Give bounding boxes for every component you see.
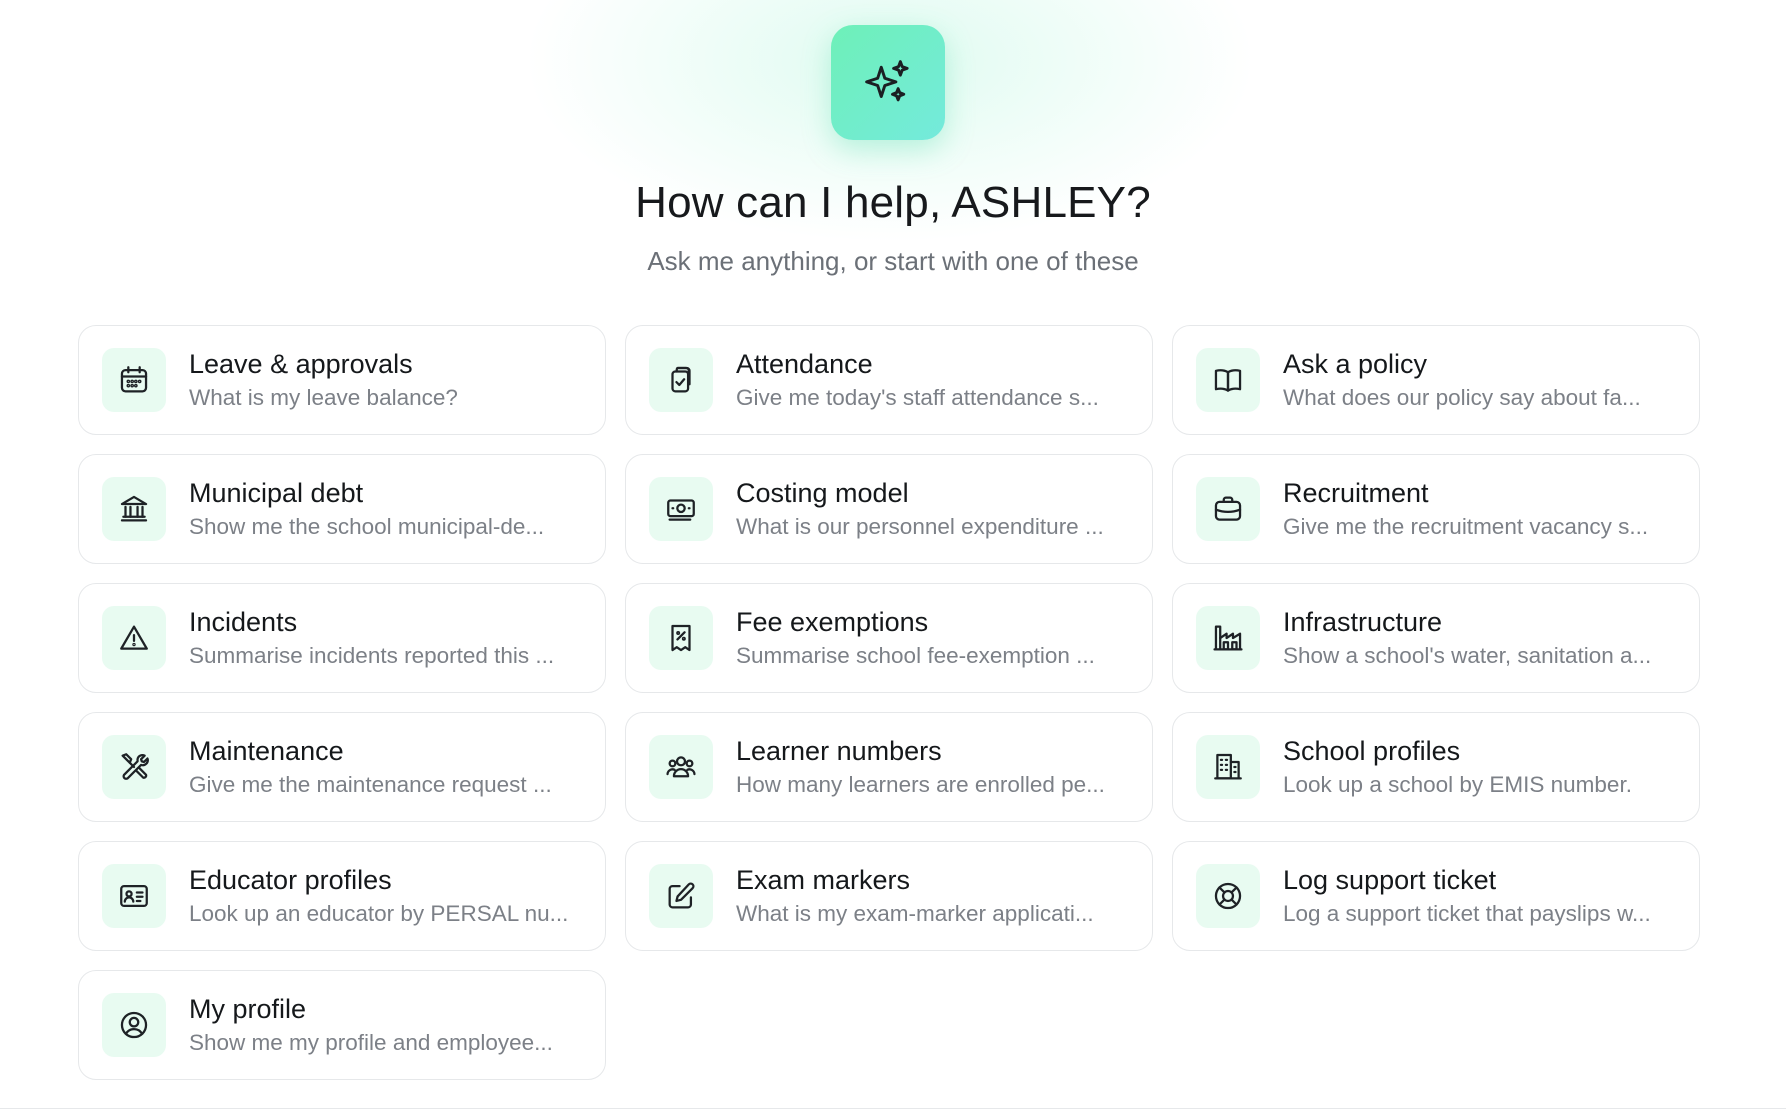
- assistant-logo: [831, 25, 945, 140]
- card-title: My profile: [189, 994, 307, 1024]
- divider: [0, 1108, 1786, 1109]
- suggestion-card-my-profile[interactable]: My profile Show me my profile and employ…: [78, 970, 606, 1080]
- lifebuoy-icon: [1214, 882, 1242, 910]
- tools-icon: [121, 753, 149, 780]
- card-title: Infrastructure: [1283, 607, 1443, 637]
- bank-icon: [120, 495, 148, 522]
- warning-icon: [120, 625, 148, 650]
- suggestion-card-recruitment[interactable]: Recruitment Give me the recruitment vaca…: [1172, 454, 1700, 564]
- pencil-square-icon: [668, 882, 695, 909]
- card-title: Attendance: [736, 349, 873, 379]
- users-icon: [666, 756, 696, 778]
- suggestion-card-maintenance[interactable]: Maintenance Give me the maintenance requ…: [78, 712, 606, 822]
- card-subtitle: Log a support ticket that payslips w...: [1283, 901, 1651, 926]
- card-title: Learner numbers: [736, 736, 942, 766]
- clipboard-check-icon: [671, 366, 691, 393]
- suggestion-card-log-support-ticket[interactable]: Log support ticket Log a support ticket …: [1172, 841, 1700, 951]
- card-subtitle: Show me my profile and employee...: [189, 1030, 553, 1055]
- card-title: Log support ticket: [1283, 865, 1497, 895]
- calendar-icon: [120, 366, 148, 393]
- suggestion-card-fee-exemptions[interactable]: Fee exemptions Summarise school fee-exem…: [625, 583, 1153, 693]
- card-subtitle: Give me today's staff attendance s...: [736, 385, 1099, 410]
- card-title: Exam markers: [736, 865, 911, 895]
- page-subtitle: Ask me anything, or start with one of th…: [647, 246, 1139, 276]
- suggestion-card-incidents[interactable]: Incidents Summarise incidents reported t…: [78, 583, 606, 693]
- card-title: Maintenance: [189, 736, 344, 766]
- card-subtitle: What is our personnel expenditure ...: [736, 514, 1104, 539]
- briefcase-icon: [1214, 496, 1242, 521]
- card-subtitle: Give me the recruitment vacancy s...: [1283, 514, 1649, 539]
- receipt-percent-icon: [671, 624, 691, 652]
- card-title: Educator profiles: [189, 865, 392, 895]
- card-subtitle: How many learners are enrolled pe...: [736, 772, 1105, 797]
- suggestion-card-leave-approvals[interactable]: Leave & approvals What is my leave balan…: [78, 325, 606, 435]
- suggestion-grid: Leave & approvals What is my leave balan…: [78, 325, 1700, 1080]
- card-title: Fee exemptions: [736, 607, 929, 637]
- suggestion-card-infrastructure[interactable]: Infrastructure Show a school's water, sa…: [1172, 583, 1700, 693]
- user-circle-icon: [120, 1011, 148, 1039]
- card-title: Municipal debt: [189, 478, 364, 508]
- page: How can I help, ASHLEY? Ask me anything,…: [0, 0, 1786, 1112]
- card-title: Recruitment: [1283, 478, 1429, 508]
- card-subtitle: Give me the maintenance request ...: [189, 772, 552, 797]
- card-subtitle: What does our policy say about fa...: [1283, 385, 1641, 410]
- card-subtitle: Look up an educator by PERSAL nu...: [189, 901, 569, 926]
- suggestion-card-attendance[interactable]: Attendance Give me today's staff attenda…: [625, 325, 1153, 435]
- suggestion-card-school-profiles[interactable]: School profiles Look up a school by EMIS…: [1172, 712, 1700, 822]
- card-subtitle: What is my leave balance?: [189, 385, 458, 410]
- sparkles-icon: [865, 59, 909, 101]
- card-title: Costing model: [736, 478, 909, 508]
- suggestion-card-educator-profiles[interactable]: Educator profiles Look up an educator by…: [78, 841, 606, 951]
- suggestion-card-exam-markers[interactable]: Exam markers What is my exam-marker appl…: [625, 841, 1153, 951]
- book-icon: [1214, 369, 1242, 392]
- suggestion-card-costing-model[interactable]: Costing model What is our personnel expe…: [625, 454, 1153, 564]
- page-title: How can I help, ASHLEY?: [635, 178, 1151, 227]
- card-subtitle: Look up a school by EMIS number.: [1283, 772, 1632, 797]
- factory-icon: [1213, 625, 1243, 651]
- id-card-icon: [120, 884, 148, 908]
- card-title: School profiles: [1283, 736, 1461, 766]
- card-title: Leave & approvals: [189, 349, 413, 379]
- card-subtitle: Summarise incidents reported this ...: [189, 643, 555, 668]
- card-subtitle: Show a school's water, sanitation a...: [1283, 643, 1652, 668]
- card-subtitle: What is my exam-marker applicati...: [736, 901, 1094, 926]
- money-icon: [667, 499, 695, 521]
- suggestion-card-ask-policy[interactable]: Ask a policy What does our policy say ab…: [1172, 325, 1700, 435]
- card-subtitle: Show me the school municipal-de...: [189, 514, 545, 539]
- suggestion-card-municipal-debt[interactable]: Municipal debt Show me the school munici…: [78, 454, 606, 564]
- suggestion-card-learner-numbers[interactable]: Learner numbers How many learners are en…: [625, 712, 1153, 822]
- card-title: Incidents: [189, 607, 298, 637]
- card-title: Ask a policy: [1283, 349, 1428, 379]
- building-icon: [1214, 753, 1242, 780]
- card-subtitle: Summarise school fee-exemption ...: [736, 643, 1095, 668]
